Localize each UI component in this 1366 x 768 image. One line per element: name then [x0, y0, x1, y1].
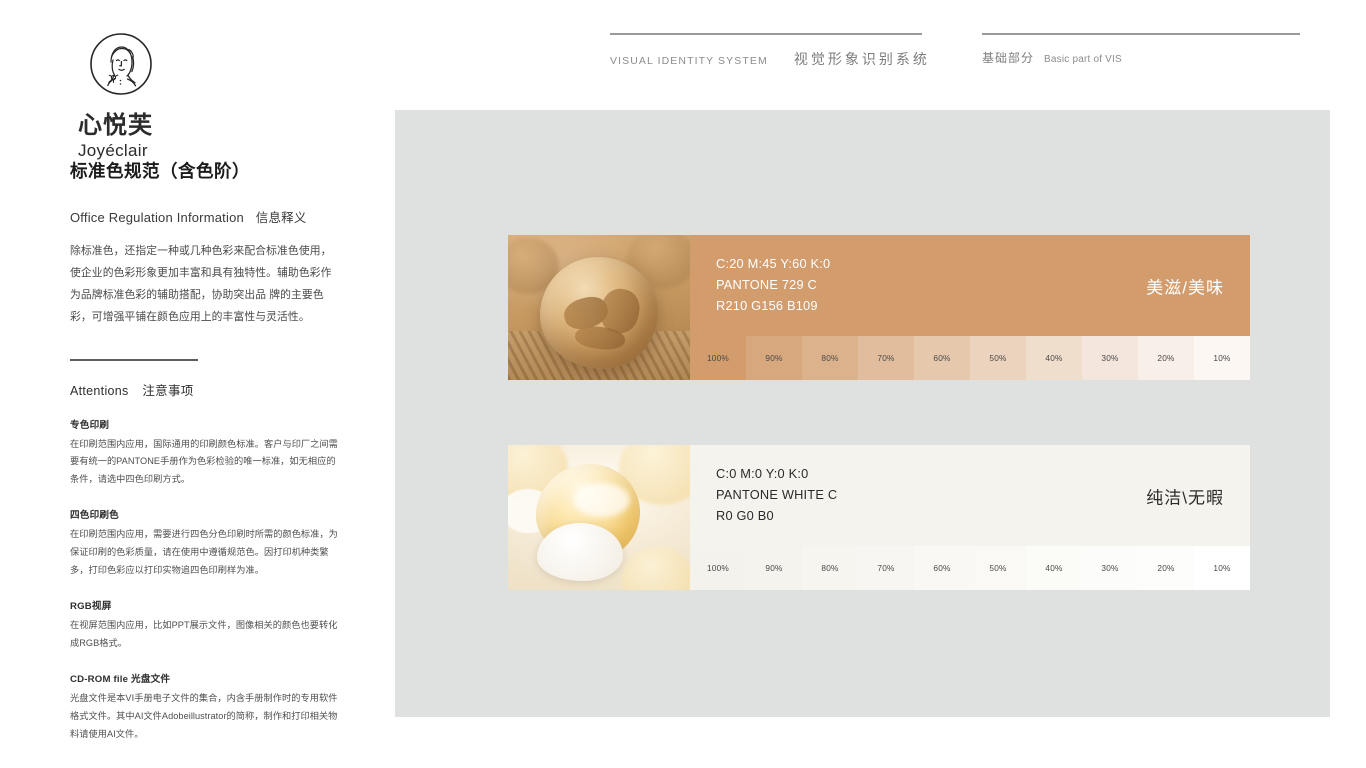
swatch-name-cn: 纯洁\无暇: [1146, 488, 1224, 507]
color-swatch-card: C:0 M:0 Y:0 K:0 PANTONE WHITE C R0 G0 B0…: [508, 445, 1250, 590]
tint-step: 60%: [914, 546, 970, 590]
note-heading: RGB视屏: [70, 601, 112, 613]
tint-step: 90%: [746, 546, 802, 590]
header-left: VISUAL IDENTITY SYSTEM 视觉形象识别系统: [610, 33, 927, 69]
header-right-cn: 基础部分: [982, 51, 1035, 65]
swatch-name-cn: 美滋/美味: [1146, 278, 1224, 297]
swatch-cmyk: C:20 M:45 Y:60 K:0: [716, 256, 831, 272]
sidebar: 标准色规范（含色阶） Office Regulation Information…: [70, 158, 340, 744]
section-subtitle-en: Office Regulation Information: [70, 210, 244, 225]
tint-step: 70%: [858, 546, 914, 590]
header-left-rule: [610, 33, 922, 35]
swatch-color-block: C:0 M:0 Y:0 K:0 PANTONE WHITE C R0 G0 B0…: [690, 445, 1250, 546]
header-left-en: VISUAL IDENTITY SYSTEM: [610, 55, 768, 67]
attentions-heading-cn: 注意事项: [142, 383, 194, 398]
swatch-rgb: R0 G0 B0: [716, 507, 774, 523]
vis-color-spec-page: VISUAL IDENTITY SYSTEM 视觉形象识别系统 基础部分 Bas…: [0, 0, 1366, 768]
tint-step: 10%: [1194, 546, 1250, 590]
logo-text-cn: 心悦芙: [78, 112, 153, 139]
choux-pastry-photo: [508, 235, 690, 380]
note-heading: 专色印刷: [70, 419, 110, 431]
color-swatch-card: C:20 M:45 Y:60 K:0 PANTONE 729 C R210 G1…: [508, 235, 1250, 380]
tint-step: 20%: [1138, 336, 1194, 380]
tint-step: 10%: [1194, 336, 1250, 380]
attentions-heading: Attentions 注意事项: [70, 380, 340, 399]
tint-step: 40%: [1026, 546, 1082, 590]
note-item: RGB视屏 在视屏范围内应用，比如PPT展示文件，图像相关的颜色也要转化成RGB…: [70, 598, 340, 653]
header-right-rule: [982, 33, 1300, 35]
section-subtitle: Office Regulation Information 信息释义: [70, 207, 340, 226]
sidebar-divider: [70, 358, 198, 361]
header-right-en: Basic part of VIS: [1044, 54, 1122, 65]
tint-step: 20%: [1138, 546, 1194, 590]
section-body-text: 除标准色，还指定一种或几种色彩来配合标准色使用，使企业的色彩形象更加丰富和具有独…: [70, 245, 332, 324]
swatch-rgb: R210 G156 B109: [716, 297, 818, 313]
swatch-specs: C:0 M:0 Y:0 K:0 PANTONE WHITE C R0 G0 B0: [716, 464, 837, 526]
tint-scale: 100% 90% 80% 70% 60% 50% 40% 30% 20% 10%: [690, 336, 1250, 380]
tint-step: 50%: [970, 546, 1026, 590]
cream-puff-photo: [508, 445, 690, 590]
tint-step: 30%: [1082, 546, 1138, 590]
tint-step: 90%: [746, 336, 802, 380]
tint-step: 100%: [690, 336, 746, 380]
tint-step: 100%: [690, 546, 746, 590]
swatch-pantone: PANTONE 729 C: [716, 277, 817, 293]
tint-step: 70%: [858, 336, 914, 380]
brand-logo: 心悦芙 Joyéclair: [78, 32, 188, 161]
woman-portrait-logo-icon: [90, 33, 152, 95]
note-body: 在印刷范围内应用，国际通用的印刷颜色标准。客户与印厂之间需要有统一的PANTON…: [70, 438, 338, 485]
attentions-heading-en: Attentions: [70, 383, 129, 398]
page-title: 标准色规范（含色阶）: [70, 161, 250, 181]
tint-step: 30%: [1082, 336, 1138, 380]
note-item: CD-ROM file 光盘文件 光盘文件是本VI手册电子文件的集合，内含手册制…: [70, 671, 340, 744]
swatch-specs: C:20 M:45 Y:60 K:0 PANTONE 729 C R210 G1…: [716, 254, 830, 316]
tint-step: 40%: [1026, 336, 1082, 380]
tint-step: 50%: [970, 336, 1026, 380]
tint-scale: 100% 90% 80% 70% 60% 50% 40% 30% 20% 10%: [690, 546, 1250, 590]
showcase-panel: [395, 110, 1330, 717]
header-left-cn: 视觉形象识别系统: [793, 51, 930, 67]
swatch-cmyk: C:0 M:0 Y:0 K:0: [716, 466, 809, 482]
tint-step: 80%: [802, 546, 858, 590]
tint-step: 80%: [802, 336, 858, 380]
note-body: 在印刷范围内应用，需要进行四色分色印刷时所需的颜色标准，为保证印刷的色彩质量，请…: [70, 529, 338, 576]
note-heading: CD-ROM file 光盘文件: [70, 674, 171, 685]
note-body: 在视屏范围内应用，比如PPT展示文件，图像相关的颜色也要转化成RGB格式。: [70, 620, 338, 649]
swatch-pantone: PANTONE WHITE C: [716, 487, 838, 503]
swatch-color-block: C:20 M:45 Y:60 K:0 PANTONE 729 C R210 G1…: [690, 235, 1250, 336]
note-item: 专色印刷 在印刷范围内应用，国际通用的印刷颜色标准。客户与印厂之间需要有统一的P…: [70, 417, 340, 490]
header-right: 基础部分 Basic part of VIS: [982, 33, 1300, 66]
section-subtitle-cn: 信息释义: [255, 211, 307, 225]
note-item: 四色印刷色 在印刷范围内应用，需要进行四色分色印刷时所需的颜色标准，为保证印刷的…: [70, 507, 340, 580]
note-body: 光盘文件是本VI手册电子文件的集合，内含手册制作时的专用软件格式文件。其中AI文…: [70, 693, 338, 739]
tint-step: 60%: [914, 336, 970, 380]
note-heading: 四色印刷色: [70, 510, 119, 522]
